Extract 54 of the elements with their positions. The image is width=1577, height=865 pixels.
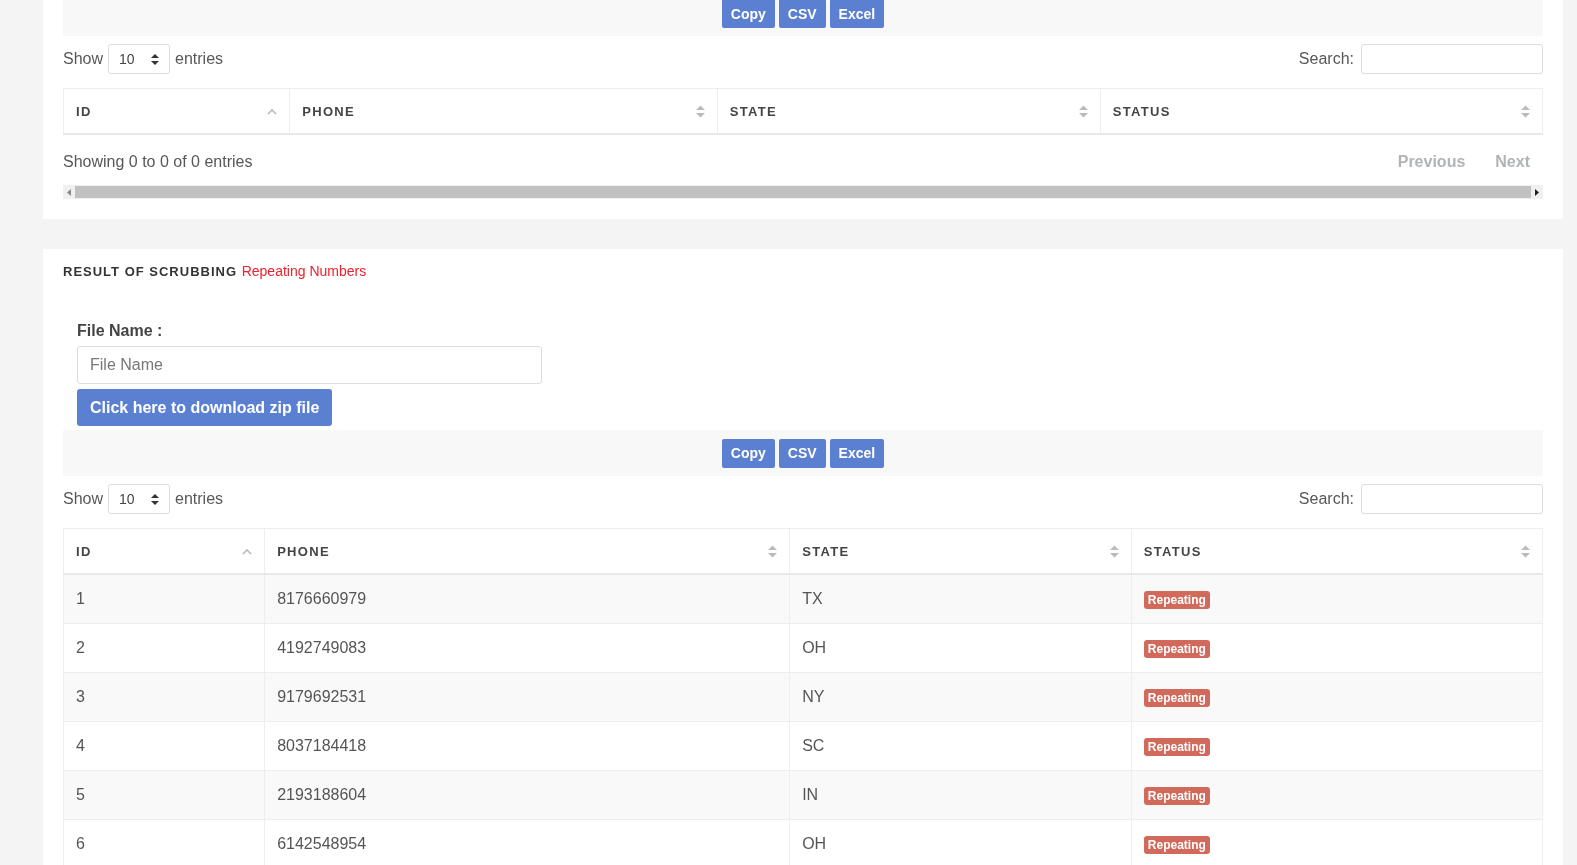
entries-label: entries	[175, 490, 224, 508]
table-cell: 5	[63, 770, 265, 820]
table-info: Showing 0 to 0 of 0 entries	[63, 153, 253, 171]
status-badge: Repeating	[1143, 786, 1210, 805]
column-header[interactable]: STATE	[717, 88, 1101, 134]
file-name-label: File Name :	[77, 322, 164, 340]
table-cell: OH	[789, 819, 1132, 865]
export-button[interactable]: CSV	[778, 0, 826, 28]
search-field[interactable]	[1361, 484, 1543, 514]
export-button[interactable]: Copy	[721, 0, 775, 28]
file-name-field[interactable]: File Name	[77, 346, 542, 384]
horizontal-scrollbar[interactable]	[63, 185, 1543, 199]
section-title: RESULT OF SCRUBBING Repeating Numbers	[63, 262, 368, 279]
download-button[interactable]: Click here to download zip file	[77, 389, 333, 426]
column-header[interactable]: STATUS	[1100, 88, 1543, 134]
table-cell: 2193188604	[264, 770, 790, 820]
search-label: Search:	[1298, 50, 1354, 68]
table-cell: 3	[63, 672, 265, 722]
spinner-arrows-icon	[151, 493, 160, 505]
entries-select[interactable]: 10	[108, 44, 171, 74]
scroll-right-icon[interactable]	[1535, 188, 1539, 196]
status-badge: Repeating	[1143, 639, 1210, 658]
entries-label: entries	[175, 50, 224, 68]
table-cell: 2	[63, 623, 265, 673]
export-button[interactable]: CSV	[778, 438, 826, 468]
export-button[interactable]: Copy	[721, 438, 775, 468]
export-button[interactable]: Excel	[829, 438, 885, 468]
table-cell: OH	[789, 623, 1132, 673]
entries-select[interactable]: 10	[108, 484, 171, 514]
search-field[interactable]	[1361, 44, 1543, 74]
search-label: Search:	[1298, 490, 1354, 508]
status-badge: Repeating	[1143, 590, 1210, 609]
table-cell: 1	[63, 574, 265, 624]
table-cell: 6	[63, 819, 265, 865]
table-cell: TX	[789, 574, 1132, 624]
table-cell: 8037184418	[264, 721, 790, 771]
table-cell: 8176660979	[264, 574, 790, 624]
spinner-arrows-icon	[151, 53, 160, 65]
status-badge: Repeating	[1143, 835, 1210, 854]
table-cell: 4	[63, 721, 265, 771]
column-header[interactable]: PHONE	[289, 88, 718, 134]
scroll-left-icon[interactable]	[67, 188, 71, 196]
table-cell: 6142548954	[264, 819, 790, 865]
table-cell: IN	[789, 770, 1132, 820]
show-label: Show	[63, 50, 104, 68]
table-cell: 4192749083	[264, 623, 790, 673]
status-badge: Repeating	[1143, 737, 1210, 756]
table-cell: 9179692531	[264, 672, 790, 722]
show-label: Show	[63, 490, 104, 508]
table-cell: SC	[789, 721, 1132, 771]
status-badge: Repeating	[1143, 688, 1210, 707]
column-header[interactable]: ID	[63, 88, 290, 134]
table-cell: NY	[789, 672, 1132, 722]
export-button[interactable]: Excel	[829, 0, 885, 28]
